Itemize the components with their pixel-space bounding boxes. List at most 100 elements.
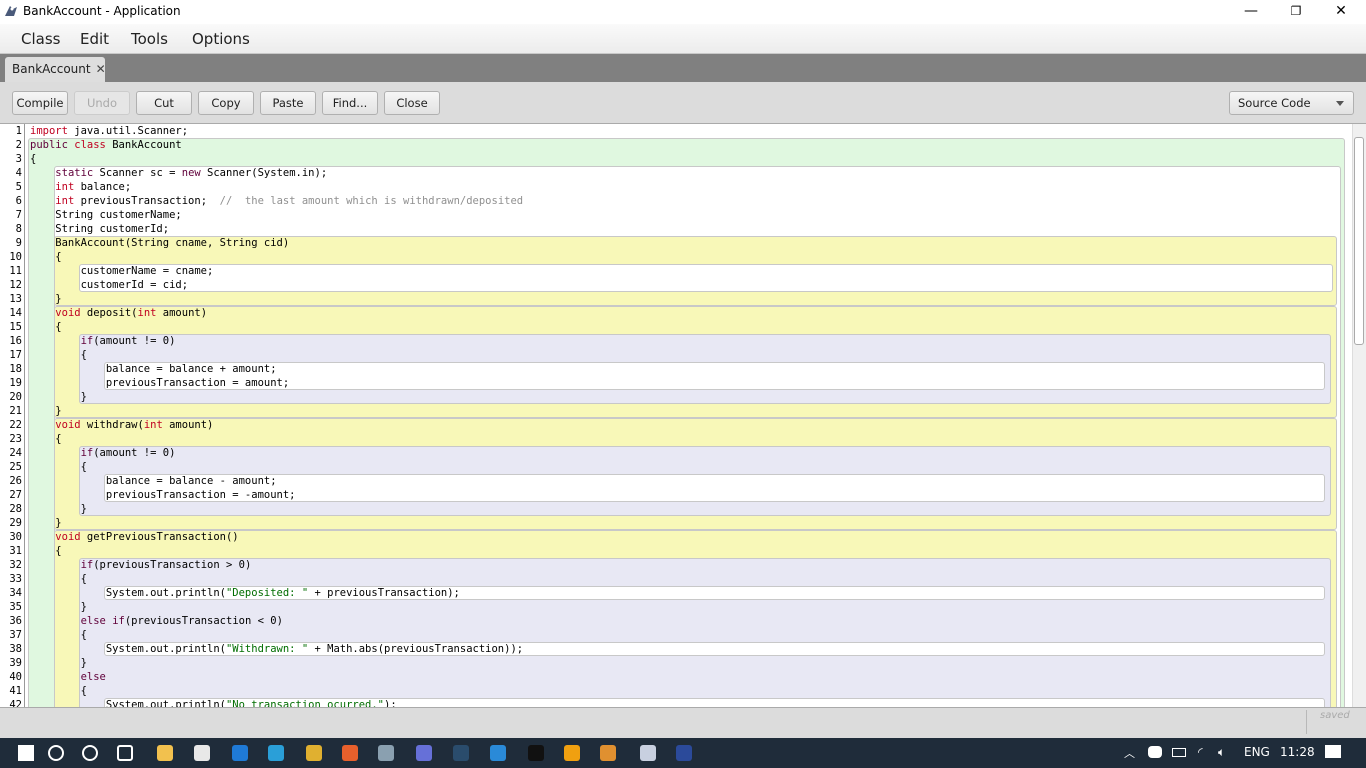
code-line[interactable]: balance = balance + amount; <box>30 362 277 376</box>
discord-tray-icon[interactable] <box>1148 746 1162 758</box>
code-line[interactable]: int previousTransaction; // the last amo… <box>30 194 523 208</box>
code-line[interactable]: String customerId; <box>30 222 169 236</box>
code-line[interactable]: } <box>30 600 87 614</box>
code-line[interactable]: else if(previousTransaction < 0) <box>30 614 283 628</box>
code-line[interactable]: } <box>30 404 61 418</box>
cut-button[interactable]: Cut <box>136 91 192 115</box>
windows-start-icon[interactable] <box>18 745 34 761</box>
code-line[interactable]: balance = balance - amount; <box>30 474 277 488</box>
code-line[interactable]: } <box>30 292 61 306</box>
code-line[interactable]: { <box>30 152 36 166</box>
menu-edit[interactable]: Edit <box>80 30 109 48</box>
code-line[interactable]: { <box>30 348 87 362</box>
close-tab-icon[interactable]: ✕ <box>96 62 106 76</box>
code-line[interactable]: import java.util.Scanner; <box>30 124 188 138</box>
close-button[interactable]: Close <box>384 91 440 115</box>
status-divider <box>1306 710 1307 734</box>
search-icon[interactable] <box>48 745 64 761</box>
code-line[interactable]: void deposit(int amount) <box>30 306 207 320</box>
code-line[interactable]: previousTransaction = amount; <box>30 376 289 390</box>
discord-icon[interactable] <box>416 745 432 761</box>
bluej-icon <box>5 6 17 16</box>
battery-icon[interactable] <box>1172 748 1186 757</box>
app2-icon[interactable] <box>600 745 616 761</box>
menu-class[interactable]: Class <box>21 30 60 48</box>
status-bar <box>0 707 1366 738</box>
chrome-icon[interactable] <box>306 745 322 761</box>
code-line[interactable]: System.out.println("Deposited: " + previ… <box>30 586 460 600</box>
code-line[interactable]: if(amount != 0) <box>30 446 176 460</box>
bluej-icon[interactable] <box>640 745 656 761</box>
maximize-button[interactable]: ❐ <box>1273 0 1319 24</box>
chevron-down-icon <box>1336 101 1344 106</box>
saved-status: saved <box>1320 710 1350 721</box>
clock[interactable]: 11:28 <box>1280 745 1315 759</box>
window-title: BankAccount - Application <box>23 4 181 18</box>
cortana-icon[interactable] <box>82 745 98 761</box>
tab-bankaccount[interactable]: BankAccount ✕ <box>5 57 106 82</box>
code-line[interactable]: BankAccount(String cname, String cid) <box>30 236 289 250</box>
find-button[interactable]: Find... <box>322 91 378 115</box>
copy-button[interactable]: Copy <box>198 91 254 115</box>
code-line[interactable]: } <box>30 656 87 670</box>
task-manager-icon[interactable] <box>378 745 394 761</box>
undo-button[interactable]: Undo <box>74 91 130 115</box>
code-line[interactable]: { <box>30 572 87 586</box>
scrollbar-thumb[interactable] <box>1354 137 1364 345</box>
tab-label: BankAccount <box>12 62 91 76</box>
task-view-icon[interactable] <box>117 745 133 761</box>
view-select[interactable]: Source Code <box>1229 91 1354 115</box>
code-line[interactable]: if(amount != 0) <box>30 334 176 348</box>
code-line[interactable]: customerName = cname; <box>30 264 214 278</box>
menu-bar: Class Edit Tools Options <box>0 24 1366 54</box>
code-line[interactable]: } <box>30 502 87 516</box>
title-bar: BankAccount - Application — ❐ ✕ <box>0 0 1366 24</box>
code-text[interactable]: import java.util.Scanner; public class Ba… <box>0 124 1352 707</box>
rockstar-icon[interactable] <box>564 745 580 761</box>
code-line[interactable]: { <box>30 684 87 698</box>
code-line[interactable]: String customerName; <box>30 208 181 222</box>
code-line[interactable]: { <box>30 320 61 334</box>
firefox-icon[interactable] <box>342 745 358 761</box>
menu-options[interactable]: Options <box>192 30 250 48</box>
code-line[interactable]: } <box>30 390 87 404</box>
code-line[interactable]: static Scanner sc = new Scanner(System.i… <box>30 166 327 180</box>
app-icon[interactable] <box>490 745 506 761</box>
code-line[interactable]: int balance; <box>30 180 131 194</box>
microsoft-store-icon[interactable] <box>194 745 210 761</box>
word-icon[interactable] <box>676 745 692 761</box>
code-line[interactable]: public class BankAccount <box>30 138 182 152</box>
language-indicator[interactable]: ENG <box>1244 745 1270 759</box>
close-window-button[interactable]: ✕ <box>1318 0 1364 24</box>
compile-button[interactable]: Compile <box>12 91 68 115</box>
steam-icon[interactable] <box>453 745 469 761</box>
code-line[interactable]: previousTransaction = -amount; <box>30 488 296 502</box>
menu-tools[interactable]: Tools <box>131 30 168 48</box>
whatsapp-icon[interactable] <box>232 745 248 761</box>
code-line[interactable]: { <box>30 544 61 558</box>
minimize-button[interactable]: — <box>1228 0 1274 24</box>
code-line[interactable]: void getPreviousTransaction() <box>30 530 238 544</box>
view-select-value: Source Code <box>1238 96 1311 110</box>
show-hidden-icons-icon[interactable]: ︿ <box>1124 745 1135 761</box>
epic-games-icon[interactable] <box>528 745 544 761</box>
code-line[interactable]: if(previousTransaction > 0) <box>30 558 252 572</box>
volume-icon[interactable]: 🔈︎ <box>1218 745 1225 760</box>
code-line[interactable]: { <box>30 432 61 446</box>
code-line[interactable]: void withdraw(int amount) <box>30 418 213 432</box>
code-line[interactable]: else <box>30 670 106 684</box>
code-line[interactable]: { <box>30 628 87 642</box>
edge-icon[interactable] <box>268 745 284 761</box>
notifications-icon[interactable] <box>1325 745 1341 758</box>
code-line[interactable]: { <box>30 460 87 474</box>
paste-button[interactable]: Paste <box>260 91 316 115</box>
wifi-icon[interactable]: ◜ <box>1198 745 1203 759</box>
file-explorer-icon[interactable] <box>157 745 173 761</box>
code-editor[interactable]: 1 2 3 4 5 6 7 8 9 10 11 12 13 14 15 16 17 18 19 20 21 22 23 24 2… <box>0 124 1352 707</box>
code-line[interactable]: customerId = cid; <box>30 278 188 292</box>
code-line[interactable]: { <box>30 250 61 264</box>
tab-bar: BankAccount ✕ <box>0 54 1366 82</box>
code-line[interactable]: } <box>30 516 61 530</box>
code-line[interactable]: System.out.println("No transaction ocurr… <box>30 698 397 707</box>
code-line[interactable]: System.out.println("Withdrawn: " + Math.… <box>30 642 523 656</box>
